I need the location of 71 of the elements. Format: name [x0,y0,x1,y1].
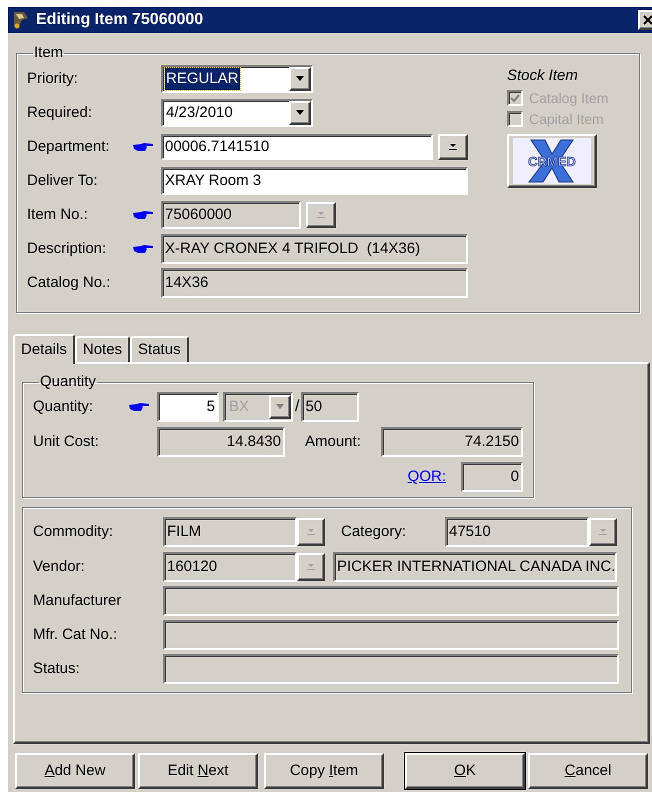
field-label: Priority: [27,68,79,89]
tab[interactable]: Notes [74,336,130,362]
dialog-button[interactable]: OK [405,753,525,789]
field-label: Item No.: [27,204,89,225]
lookup-button[interactable] [438,134,468,160]
text-field[interactable] [163,586,619,616]
field-label: Commodity: [33,522,114,542]
text-field[interactable] [163,620,619,650]
down-arrow-bar-icon [598,528,608,536]
check-icon [510,94,520,102]
field-label: Unit Cost: [33,432,100,452]
text-field[interactable]: XRAY Room 3 [161,167,468,195]
close-button[interactable] [638,10,652,30]
pointing-hand-icon [132,142,154,152]
field-label: Required: [27,102,94,123]
lookup-button[interactable] [297,518,325,546]
tool-icon [12,10,30,30]
pointing-hand-icon [128,402,150,412]
combo-box[interactable]: 4/23/2010 [161,99,313,127]
text-field[interactable]: 74.2150 [381,427,523,457]
pointing-hand-icon [132,210,154,220]
qor-link[interactable]: QOR: [408,466,446,488]
text-field[interactable]: X-RAY CRONEX 4 TRIFOLD (14X36) [161,234,468,264]
text-field[interactable]: 160120 [163,552,297,582]
field-label: Quantity: [33,396,94,417]
text-field[interactable]: 47510 [445,517,589,547]
combo-box[interactable]: REGULAR [161,65,313,93]
text-field[interactable]: 14.8430 [157,427,285,457]
window-title: Editing Item 75060000 [36,10,204,30]
text-field[interactable]: 0 [461,462,523,492]
down-triangle-icon [295,110,305,116]
dropdown-button[interactable] [269,395,291,419]
field-label: Department: [27,136,111,157]
down-triangle-icon [295,76,305,82]
group-title: Item [33,45,64,61]
text-field[interactable]: 00006.7141510 [161,134,433,160]
field-label: Status: [33,658,81,679]
separator-text: / [295,397,300,417]
down-triangle-icon [275,404,285,410]
down-arrow-bar-icon [306,563,316,571]
section-title: Stock Item [507,66,579,86]
text-field[interactable]: PICKER INTERNATIONAL CANADA INC. [333,552,617,582]
dialog-button[interactable]: Cancel [528,753,648,789]
tab[interactable]: Status [130,336,189,362]
dialog-button[interactable]: Edit Next [138,753,258,789]
dialog-button[interactable]: Add New [15,753,135,789]
text-field[interactable]: 5 [157,392,219,422]
text-field[interactable]: 50 [301,392,360,422]
tab[interactable]: Details [13,334,75,364]
field-label: Manufacturer [33,590,122,611]
text-field[interactable]: FILM [163,517,297,547]
field-label: Description: [27,238,108,259]
lookup-button[interactable] [297,553,325,581]
field-label: Deliver To: [27,170,99,191]
down-arrow-bar-icon [448,143,458,151]
field-label: Vendor: [33,556,86,577]
text-field[interactable] [163,654,619,684]
field-label: Mfr. Cat No.: [33,624,118,645]
field-label: Catalog No.: [27,272,112,293]
down-arrow-bar-icon [306,528,316,536]
group-title: Quantity [39,374,97,390]
down-arrow-bar-icon [316,211,326,219]
pointing-hand-icon [132,244,154,254]
lookup-button[interactable] [589,518,617,546]
dropdown-button[interactable] [289,101,311,125]
field-label: Amount: [305,432,362,452]
dialog-button[interactable]: Copy Item [264,753,384,789]
dropdown-button[interactable] [289,67,311,91]
close-icon [643,15,652,25]
field-label: Category: [341,522,408,542]
text-field[interactable]: 14X36 [161,268,468,298]
